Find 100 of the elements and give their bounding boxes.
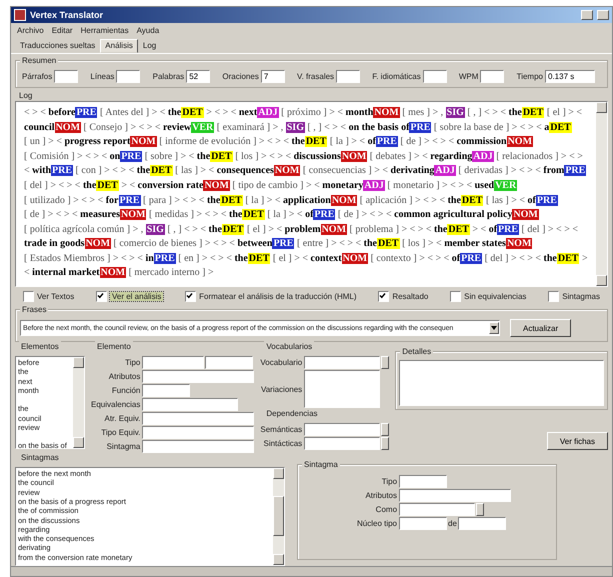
- log-word: context: [310, 252, 342, 264]
- scrollbar[interactable]: [273, 468, 284, 565]
- input-field[interactable]: [116, 70, 140, 83]
- pos-tag: SIG: [446, 106, 465, 118]
- update-button[interactable]: Actualizar: [510, 319, 572, 338]
- group-title: Dependencias: [264, 408, 320, 420]
- checkbox[interactable]: [450, 291, 462, 302]
- log-text: [ los ] >: [402, 238, 434, 250]
- field-label: V. frasales: [297, 72, 334, 81]
- input-field[interactable]: [142, 356, 204, 370]
- log-text: <: [98, 194, 104, 206]
- menu-item[interactable]: Herramientas: [80, 26, 129, 35]
- maximize-button[interactable]: [597, 10, 609, 20]
- spin-button[interactable]: [476, 503, 484, 516]
- log-text: [ con ] > < >: [76, 165, 126, 176]
- input-field[interactable]: [304, 370, 380, 408]
- input-field[interactable]: [54, 70, 78, 83]
- input-field[interactable]: 52: [186, 70, 210, 83]
- log-word: with: [32, 165, 52, 176]
- menu-item[interactable]: Editar: [52, 26, 73, 35]
- spin-button[interactable]: [381, 356, 390, 370]
- checkbox[interactable]: [378, 291, 390, 302]
- log-text: [ sobre ] >: [144, 150, 186, 162]
- input-field[interactable]: [142, 412, 254, 426]
- menu-item[interactable]: Archivo: [17, 26, 44, 35]
- pos-tag: PRE: [376, 136, 398, 148]
- log-word: of: [488, 224, 498, 235]
- scrollbar[interactable]: [73, 357, 84, 448]
- log-word: council: [24, 122, 55, 133]
- input-field[interactable]: [399, 503, 476, 516]
- log-text: [ , ] < >: [167, 224, 198, 235]
- input-field[interactable]: 0.137 s: [545, 70, 595, 83]
- menu-item[interactable]: Ayuda: [136, 26, 160, 35]
- log-text: [ Comisión ] > < >: [24, 150, 99, 162]
- input-field[interactable]: [205, 356, 254, 370]
- pos-tag: NOM: [342, 252, 368, 264]
- group-title: Resumen: [20, 54, 58, 66]
- log-text: <: [56, 136, 62, 148]
- input-field[interactable]: [304, 437, 380, 450]
- log-word: month: [345, 106, 374, 118]
- pos-tag: PRE: [272, 238, 294, 250]
- tab[interactable]: Traducciones sueltas: [15, 38, 100, 53]
- input-field[interactable]: [304, 423, 380, 436]
- input-field[interactable]: [480, 70, 504, 83]
- log-text: <: [283, 136, 289, 148]
- log-text: <: [386, 209, 392, 220]
- input-field[interactable]: [422, 70, 447, 83]
- log-text: <: [536, 122, 542, 133]
- log-text: [ en ] > < >: [178, 252, 224, 264]
- pos-tag: PRE: [120, 150, 142, 162]
- input-field[interactable]: 7: [260, 70, 285, 83]
- field-label: Palabras: [152, 72, 184, 81]
- scrollbar[interactable]: [596, 102, 607, 286]
- checkbox[interactable]: [185, 291, 196, 302]
- group-title: Sintagma: [302, 459, 340, 470]
- pos-tag: DET: [242, 209, 265, 220]
- input-field[interactable]: [336, 70, 360, 83]
- input-field[interactable]: [142, 440, 254, 454]
- field-label: Párrafos: [22, 72, 52, 81]
- input-field[interactable]: [399, 489, 512, 502]
- log-word: common agricultural policy: [394, 209, 512, 220]
- log-text: [ medidas ] > < >: [148, 209, 218, 220]
- group-title: Elementos: [19, 341, 61, 352]
- pos-tag: PRE: [313, 209, 336, 220]
- input-field[interactable]: [304, 356, 380, 370]
- input-field[interactable]: [399, 475, 448, 488]
- tab[interactable]: Análisis: [100, 38, 138, 53]
- log-text: <: [340, 122, 346, 133]
- input-field[interactable]: [142, 426, 254, 440]
- pos-tag: DET: [549, 122, 572, 133]
- pos-tag: DET: [447, 224, 470, 235]
- checkbox[interactable]: [96, 291, 107, 302]
- details-box[interactable]: [399, 360, 604, 406]
- pos-tag: NOM: [330, 194, 358, 206]
- log-word: used: [474, 180, 494, 191]
- input-field[interactable]: [142, 384, 190, 398]
- spin-button[interactable]: [381, 437, 390, 450]
- checkbox-label: Ver Textos: [37, 292, 74, 301]
- input-field[interactable]: [142, 398, 238, 412]
- checkbox[interactable]: [548, 291, 560, 302]
- log-text: [ tipo de cambio ] >: [232, 180, 312, 191]
- log-word: the: [136, 165, 150, 176]
- input-field[interactable]: [458, 517, 506, 530]
- spin-button[interactable]: [381, 423, 390, 436]
- app-icon: [14, 8, 26, 21]
- log-text: <: [220, 209, 226, 220]
- view-cards-button[interactable]: Ver fichas: [546, 432, 608, 450]
- minimize-button[interactable]: [581, 10, 593, 20]
- input-field[interactable]: [142, 370, 254, 384]
- log-text: <: [101, 150, 108, 162]
- group-title: Frases: [20, 304, 48, 316]
- caret-icon[interactable]: [489, 322, 499, 334]
- log-text: [ de ] > < >: [338, 209, 384, 220]
- log-word: in: [145, 252, 154, 264]
- checkbox[interactable]: [23, 291, 34, 302]
- field-label: Tiempo: [516, 72, 543, 81]
- input-field[interactable]: [399, 517, 448, 530]
- log-text: [ la ] >: [330, 136, 357, 148]
- tab[interactable]: Log: [138, 38, 162, 53]
- pos-tag: PRE: [75, 106, 98, 118]
